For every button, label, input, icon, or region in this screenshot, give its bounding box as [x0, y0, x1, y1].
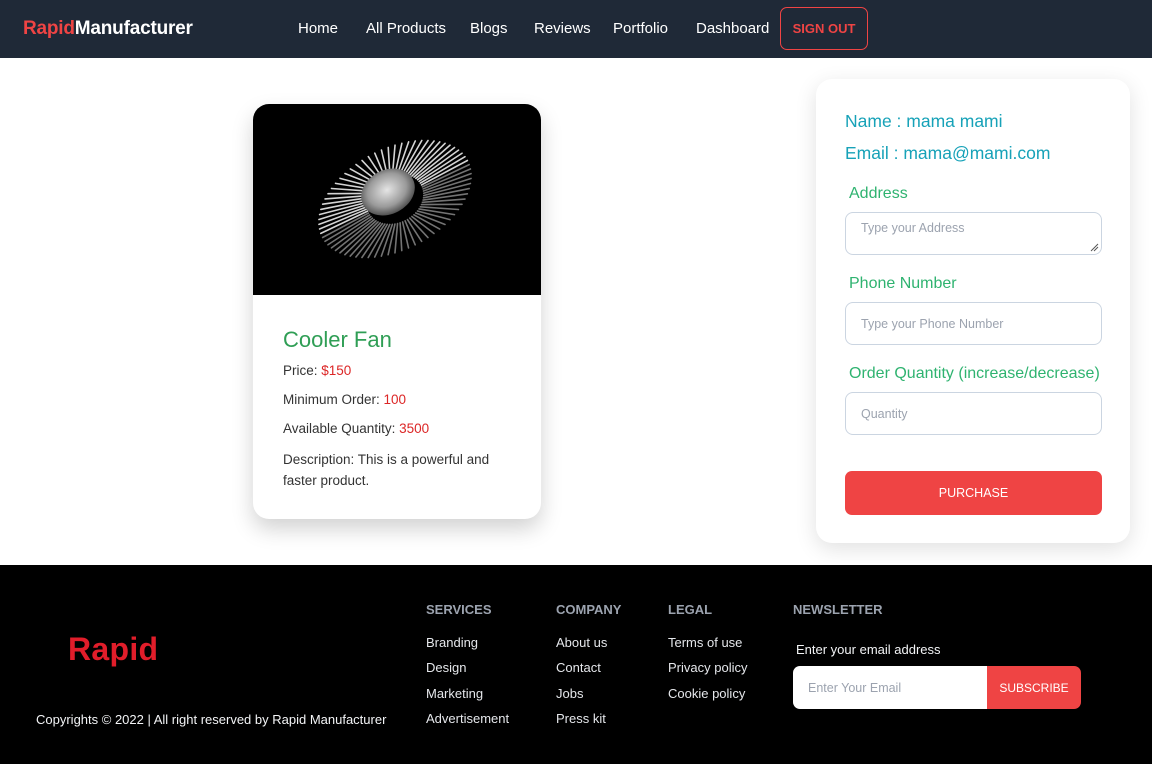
- available-value: 3500: [399, 421, 430, 436]
- subscribe-button[interactable]: SUBSCRIBE: [987, 666, 1081, 709]
- heatsink-fin: [399, 221, 403, 252]
- copyright-text: Copyrights © 2022 | All right reserved b…: [36, 712, 387, 727]
- nav-blogs[interactable]: Blogs: [470, 20, 508, 37]
- price-value: $150: [321, 363, 352, 378]
- footer-link-marketing[interactable]: Marketing: [426, 686, 483, 701]
- footer-link-advertisement[interactable]: Advertisement: [426, 711, 509, 726]
- product-min-order: Minimum Order: 100: [283, 392, 406, 407]
- footer-link-terms[interactable]: Terms of use: [668, 635, 742, 650]
- nav-reviews[interactable]: Reviews: [534, 20, 591, 37]
- min-order-label: Minimum Order:: [283, 392, 380, 407]
- quantity-label: Order Quantity (increase/decrease): [849, 365, 1100, 382]
- user-email: Email : mama@mami.com: [845, 143, 1051, 163]
- nav-dashboard[interactable]: Dashboard: [696, 20, 769, 37]
- footer-link-about-us[interactable]: About us: [556, 635, 607, 650]
- newsletter-label: Enter your email address: [796, 642, 941, 657]
- nav-home[interactable]: Home: [298, 20, 338, 37]
- services-title: SERVICES: [426, 602, 492, 617]
- navbar: RapidManufacturer Home All Products Blog…: [0, 0, 1152, 58]
- newsletter-title: NEWSLETTER: [793, 602, 883, 617]
- nav-portfolio[interactable]: Portfolio: [613, 20, 668, 37]
- product-title: Cooler Fan: [283, 327, 392, 352]
- footer: Rapid Copyrights © 2022 | All right rese…: [0, 565, 1152, 764]
- price-label: Price:: [283, 363, 318, 378]
- address-placeholder: Type your Address: [861, 221, 965, 235]
- user-name: Name : mama mami: [845, 111, 1003, 131]
- purchase-button[interactable]: PURCHASE: [845, 471, 1102, 515]
- footer-link-contact[interactable]: Contact: [556, 660, 601, 675]
- order-form-card: Name : mama mami Email : mama@mami.com A…: [816, 79, 1130, 543]
- product-description: Description: This is a powerful and fast…: [283, 452, 490, 488]
- brand-part-manufacturer: Manufacturer: [74, 18, 193, 39]
- heatsink-fin: [419, 205, 460, 211]
- resize-grip-icon[interactable]: [1089, 242, 1099, 252]
- footer-link-jobs[interactable]: Jobs: [556, 686, 583, 701]
- cooler-fan-image: [253, 104, 541, 295]
- heatsink-graphic: [318, 139, 472, 259]
- phone-placeholder: Type your Phone Number: [861, 316, 1004, 331]
- footer-link-privacy[interactable]: Privacy policy: [668, 660, 747, 675]
- product-price: Price: $150: [283, 363, 351, 378]
- min-order-value: 100: [383, 392, 407, 407]
- sign-out-button[interactable]: SIGN OUT: [780, 7, 868, 50]
- footer-link-cookie[interactable]: Cookie policy: [668, 686, 745, 701]
- product-available-quantity: Available Quantity: 3500: [283, 421, 429, 436]
- footer-link-press-kit[interactable]: Press kit: [556, 711, 606, 726]
- company-title: COMPANY: [556, 602, 622, 617]
- brand-logo[interactable]: RapidManufacturer: [23, 18, 193, 40]
- newsletter-email-input[interactable]: Enter Your Email: [793, 666, 987, 709]
- address-label: Address: [849, 185, 908, 202]
- footer-logo: Rapid: [68, 631, 159, 667]
- heatsink-fin: [394, 222, 399, 254]
- address-textarea[interactable]: Type your Address: [845, 212, 1102, 255]
- nav-all-products[interactable]: All Products: [366, 20, 446, 37]
- product-card: Cooler Fan Price: $150 Minimum Order: 10…: [253, 104, 541, 519]
- phone-input[interactable]: Type your Phone Number: [845, 302, 1102, 345]
- brand-part-rapid: Rapid: [23, 18, 75, 39]
- footer-link-branding[interactable]: Branding: [426, 635, 478, 650]
- phone-label: Phone Number: [849, 275, 957, 292]
- legal-title: LEGAL: [668, 602, 713, 617]
- available-label: Available Quantity:: [283, 421, 396, 436]
- heatsink-fin: [418, 208, 456, 216]
- quantity-placeholder: Quantity: [861, 406, 908, 421]
- footer-link-design[interactable]: Design: [426, 660, 466, 675]
- quantity-input[interactable]: Quantity: [845, 392, 1102, 435]
- newsletter-placeholder: Enter Your Email: [808, 680, 902, 695]
